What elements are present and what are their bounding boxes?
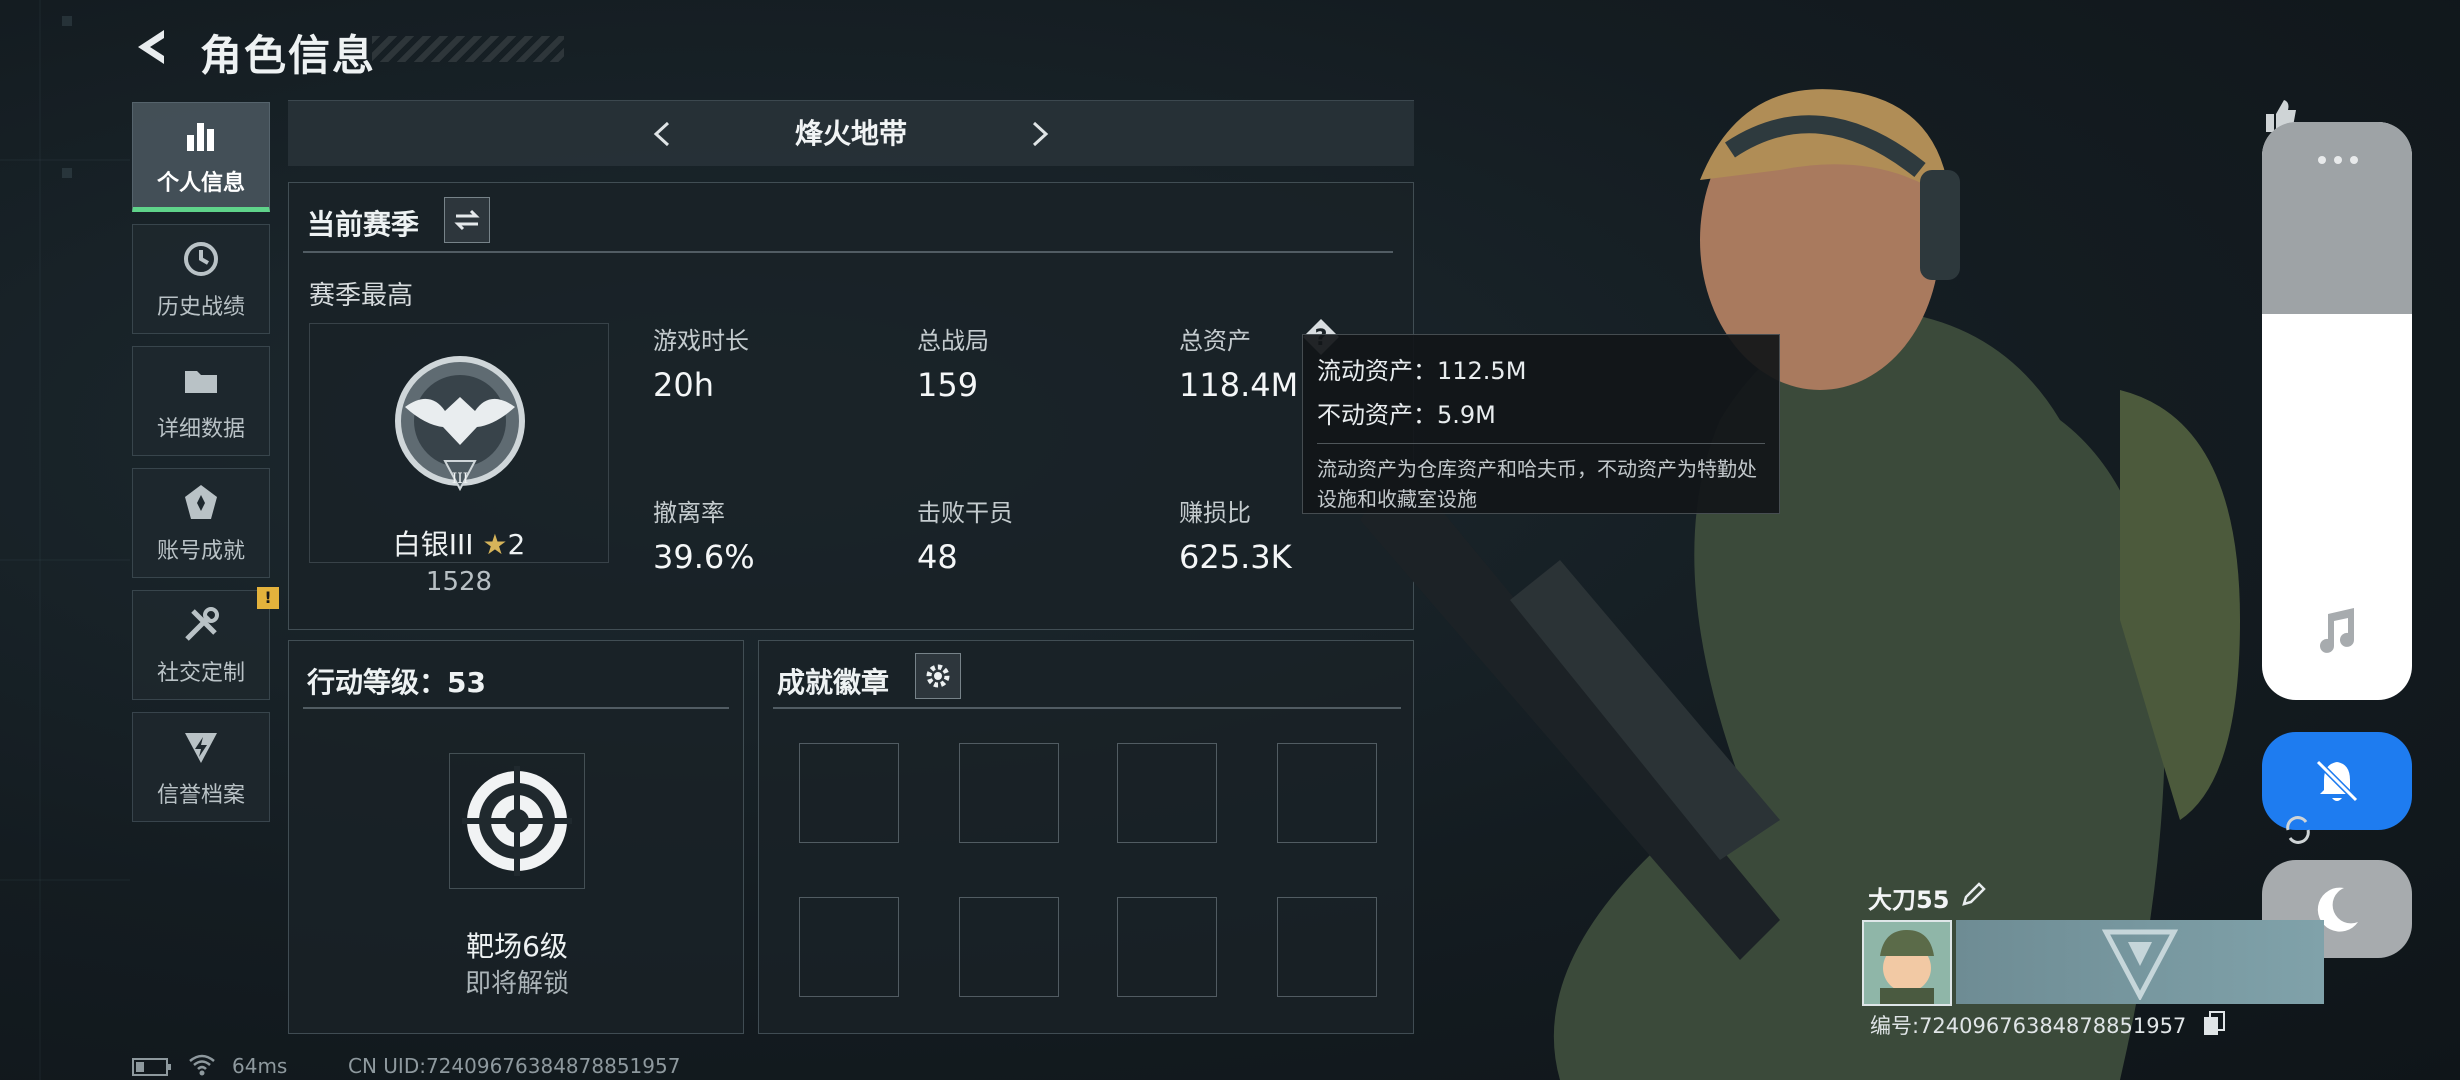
stat-total-assets: 总资产 118.4M [1179, 321, 1298, 404]
sidebar-item-social[interactable]: 社交定制 ! [132, 587, 279, 700]
stat-value: 20h [653, 366, 714, 404]
rank-score: 1528 [425, 567, 493, 597]
sidebar-item-label: 账号成就 [156, 539, 245, 564]
badge-slot[interactable] [959, 897, 1059, 997]
more-icon[interactable] [2316, 154, 2360, 166]
stat-total-matches: 总战局 159 [917, 321, 989, 404]
sidebar-item-label: 历史战绩 [156, 295, 245, 320]
music-note-icon [2320, 608, 2354, 653]
badge-slot[interactable] [1117, 743, 1217, 843]
badge-slot[interactable] [1117, 897, 1217, 997]
mode-title: 烽火地带 [794, 117, 907, 150]
sidebar-item-achievements[interactable]: 账号成就 [132, 468, 270, 578]
player-banner [1956, 920, 2324, 1004]
banner-emblem-icon [2102, 929, 2178, 1000]
stat-value: 625.3K [1179, 538, 1292, 576]
stat-value: 39.6% [653, 538, 755, 576]
season-title: 当前赛季 [307, 208, 420, 241]
divider [773, 707, 1401, 709]
page-title: 角色信息 [200, 31, 377, 80]
swap-icon [454, 209, 480, 231]
stat-play-time: 游戏时长 20h [653, 321, 749, 404]
stat-label: 击败干员 [917, 499, 1013, 527]
notification-badge: ! [257, 587, 279, 609]
achievement-badges-panel: 成就徽章 [758, 640, 1414, 1034]
sidebar-item-label: 信誉档案 [156, 783, 245, 808]
level-item-name: 靶场6级 [466, 930, 568, 963]
footer-uid: CN UID:7240967638487885​1957 [348, 1054, 681, 1078]
player-name: 大刀55 [1868, 886, 1950, 914]
sidebar-item-label: 详细数据 [156, 417, 245, 442]
network-ping: 64ms [232, 1054, 288, 1078]
mode-switcher: 烽火地带 [288, 100, 1414, 166]
season-switch-button[interactable] [444, 197, 490, 243]
edit-icon[interactable] [1960, 880, 1988, 908]
action-level-panel: 行动等级：53 靶场6级 即将解锁 [288, 640, 744, 1034]
rank-name-row: 白银III ★2 [309, 523, 609, 563]
sidebar-item-history[interactable]: 历史战绩 [132, 224, 270, 334]
stat-label: 总战局 [917, 327, 989, 355]
volume-track-empty [2262, 122, 2412, 314]
badges-settings-button[interactable] [915, 653, 961, 699]
avatar-image [1880, 930, 1934, 1004]
stat-operators-defeated: 击败干员 48 [917, 493, 1013, 576]
divider [303, 251, 1393, 253]
battery-icon [132, 1058, 171, 1076]
stat-label: 撤离率 [653, 499, 725, 527]
level-item-status: 即将解锁 [464, 969, 569, 999]
rank-stars: 2 [507, 528, 526, 561]
wifi-icon [189, 1054, 215, 1076]
badge-slot[interactable] [959, 743, 1059, 843]
credit-icon [185, 733, 217, 763]
divider [1317, 443, 1765, 444]
player-id: 编号:7240967638487885​1957 [1870, 1014, 2187, 1038]
copy-icon[interactable] [2202, 1010, 2226, 1036]
bar-chart-icon [187, 123, 214, 151]
rank-name: 白银III [392, 528, 474, 561]
history-icon [184, 242, 218, 276]
season-best-label: 赛季最高 [309, 281, 414, 311]
action-level-title: 行动等级：53 [307, 666, 486, 699]
assets-tooltip: 流动资产：112.5M 不动资产：5.9M 流动资产为仓库资产和哈夫币，不动资产… [1302, 334, 1780, 514]
folder-icon [185, 371, 217, 393]
sidebar-item-label: 个人信息 [156, 171, 245, 196]
sidebar-item-detailed-data[interactable]: 详细数据 [132, 346, 270, 456]
level-item-frame[interactable] [449, 753, 585, 889]
sidebar-item-label: 社交定制 [156, 661, 245, 686]
stat-value: 118.4M [1179, 366, 1299, 404]
avatar[interactable] [1862, 920, 1952, 1006]
stat-label: 游戏时长 [653, 327, 749, 355]
sidebar-item-personal-info[interactable]: 个人信息 [132, 102, 270, 212]
bell-off-icon [2315, 759, 2359, 803]
chevron-right-icon[interactable] [1024, 119, 1054, 149]
title-decoration [372, 36, 564, 62]
stat-value: 159 [917, 366, 979, 404]
tools-icon [185, 607, 219, 641]
target-icon [462, 766, 572, 876]
gear-icon [926, 664, 950, 688]
badges-title: 成就徽章 [777, 666, 890, 699]
stat-extraction-rate: 撤离率 39.6% [653, 493, 755, 576]
svg-text:III: III [452, 471, 469, 487]
back-arrow-icon[interactable] [130, 24, 176, 70]
liquid-assets: 流动资产：112.5M [1317, 357, 1527, 385]
stat-value: 48 [917, 538, 958, 576]
stat-profit-loss: 赚损比 625.3K [1179, 493, 1292, 576]
fixed-assets: 不动资产：5.9M [1317, 401, 1496, 429]
volume-slider[interactable] [2262, 122, 2412, 700]
badge-slot[interactable] [799, 743, 899, 843]
divider [303, 707, 729, 709]
stat-label: 总资产 [1179, 327, 1251, 355]
rank-emblem-icon: III [395, 356, 525, 492]
achievement-icon [185, 485, 217, 519]
assets-description: 流动资产为仓库资产和哈夫币，不动资产为特勤处设施和收藏室设施 [1317, 457, 1757, 511]
star-icon: ★ [482, 528, 508, 561]
current-season-panel: 当前赛季 赛季最高 III 白银III ★2 1528 游戏时长 20h 总战局… [288, 182, 1414, 630]
sidebar-item-credit[interactable]: 信誉档案 [132, 712, 270, 822]
badge-slot[interactable] [799, 897, 899, 997]
stat-label: 赚损比 [1179, 499, 1251, 527]
rotate-icon[interactable] [2280, 812, 2316, 848]
